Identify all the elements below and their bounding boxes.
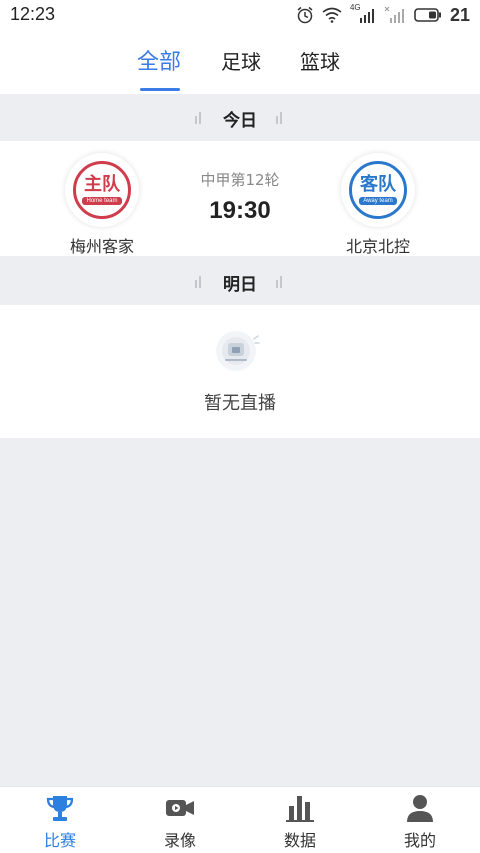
away-badge-text: 客队 [360,174,396,195]
video-camera-icon [166,800,194,816]
nav-label-matches: 比赛 [43,831,76,850]
header-deco-right [276,274,286,288]
section-title-today: 今日 [223,111,257,131]
away-team-logo: 客队 Away team [341,153,415,227]
section-header-tomorrow: 明日 [0,258,480,304]
status-bar: 12:23 4G 21 [0,0,480,30]
status-icons: 4G 21 [296,3,470,26]
tab-all[interactable]: 全部 [137,44,181,76]
nav-item-matches[interactable]: 比赛 [0,787,120,853]
nav-label-videos: 录像 [163,831,196,850]
bar-chart-icon [286,796,314,822]
tab-active-indicator [140,88,180,91]
section-title-tomorrow: 明日 [223,275,257,295]
empty-state-text: 暂无直播 [204,393,276,414]
wifi-icon [322,7,342,23]
nav-label-profile: 我的 [403,831,436,850]
nav-label-data: 数据 [283,831,316,850]
signal-icon: 4G [350,3,376,24]
nav-item-data[interactable]: 数据 [240,787,360,853]
away-badge-sub: Away team [359,197,397,205]
tab-basketball[interactable]: 篮球 [300,46,340,75]
header-deco-right [276,110,286,124]
battery-icon [414,8,441,22]
trophy-icon [46,796,74,821]
user-icon [407,795,433,822]
away-team-name: 北京北控 [345,237,410,256]
nav-item-videos[interactable]: 录像 [120,787,240,853]
match-card[interactable]: 主队 Home team 梅州客家 中甲第12轮 19:30 客队 Away t… [0,141,480,256]
category-tabs: 全部 足球 篮球 [0,30,480,94]
home-team-name: 梅州客家 [69,237,134,256]
signal-icon [384,6,404,23]
empty-state-panel: 暂无直播 [0,305,480,438]
tab-football[interactable]: 足球 [221,46,261,75]
battery-level: 21 [449,4,470,25]
section-header-today: 今日 [0,94,480,140]
alarm-icon [297,6,313,24]
status-time: 12:23 [10,4,56,24]
bottom-nav: 比赛 录像 数据 我的 [0,786,480,853]
tv-empty-icon [216,331,260,371]
nav-item-profile[interactable]: 我的 [360,787,480,853]
